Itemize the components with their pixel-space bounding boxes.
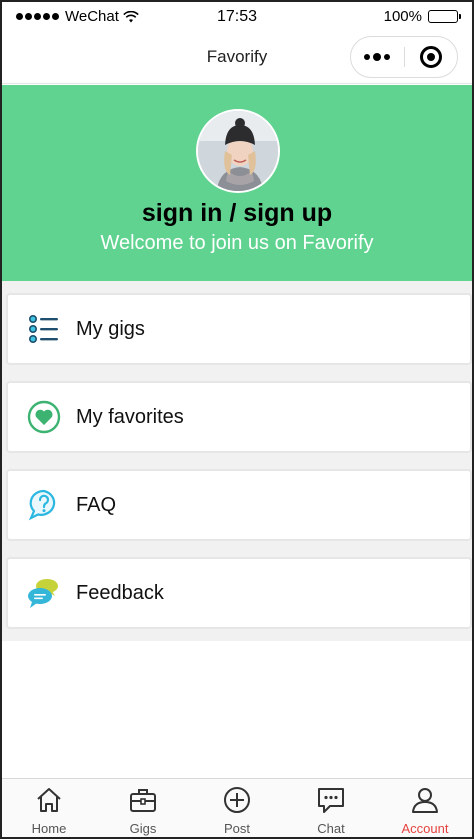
avatar-photo	[198, 111, 278, 191]
briefcase-icon	[130, 789, 156, 812]
battery-percent: 100%	[383, 8, 422, 25]
question-bubble-icon	[26, 487, 62, 523]
chat-icon	[318, 788, 344, 813]
target-icon	[419, 46, 442, 68]
phone-frame: WeChat 17:53 100% Favorify sign in / sig…	[0, 0, 474, 839]
home-icon	[37, 788, 61, 812]
chat-bubbles-icon	[26, 575, 62, 611]
tab-home[interactable]: Home	[2, 779, 96, 837]
tab-account[interactable]: Account	[378, 779, 472, 837]
more-dot	[384, 54, 391, 60]
tab-gigs[interactable]: Gigs	[96, 779, 190, 837]
heart-icon	[26, 399, 62, 435]
menu-item-my-gigs[interactable]: My gigs	[6, 293, 472, 365]
menu-item-label: My gigs	[76, 317, 145, 340]
tab-label: Account	[401, 821, 449, 836]
tab-label: Gigs	[129, 821, 157, 836]
tab-post[interactable]: Post	[190, 779, 284, 837]
navigation-bar: Favorify	[2, 32, 472, 84]
avatar[interactable]	[196, 109, 280, 193]
sign-in-link[interactable]: sign in / sign up	[2, 199, 472, 228]
miniprogram-capsule	[350, 36, 458, 78]
menu-item-feedback[interactable]: Feedback	[6, 557, 472, 629]
tab-label: Post	[223, 821, 250, 836]
tab-bar: Home Gigs Post Chat Account	[2, 778, 472, 837]
battery-icon	[428, 10, 461, 23]
profile-header: sign in / sign up Welcome to join us on …	[2, 85, 472, 281]
plus-circle-icon	[224, 787, 250, 813]
battery-status: 100%	[383, 8, 461, 25]
status-bar: WeChat 17:53 100%	[2, 2, 472, 32]
menu-item-my-favorites[interactable]: My favorites	[6, 381, 472, 453]
tab-label: Home	[31, 821, 67, 836]
more-dot	[373, 53, 382, 61]
menu-item-label: My favorites	[76, 405, 184, 428]
list-icon	[26, 311, 62, 347]
more-button[interactable]	[351, 37, 404, 77]
menu-item-faq[interactable]: FAQ	[6, 469, 472, 541]
person-icon	[412, 788, 438, 813]
tab-chat[interactable]: Chat	[284, 779, 378, 837]
close-miniprogram-button[interactable]	[404, 37, 457, 77]
content-spacer	[2, 641, 472, 778]
menu-item-label: FAQ	[76, 493, 117, 516]
welcome-text: Welcome to join us on Favorify	[100, 232, 374, 254]
more-dot	[364, 54, 371, 60]
menu-list: My gigs My favorites FAQ Feedback	[2, 281, 472, 641]
menu-item-label: Feedback	[76, 581, 164, 604]
tab-label: Chat	[317, 821, 345, 836]
